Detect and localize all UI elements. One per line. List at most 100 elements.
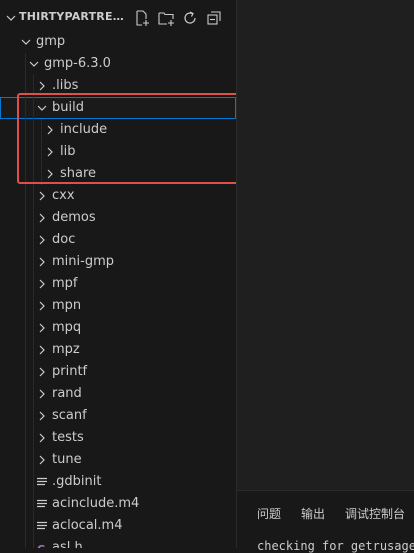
tab-output[interactable]: 输出 [301,505,325,522]
indent-guide [25,75,26,97]
indent-guide [33,185,34,207]
tree-folder-row[interactable]: tests [0,427,236,449]
chevron-right-icon[interactable] [36,278,48,290]
indent-guide [25,163,26,185]
chevron-right-icon[interactable] [36,190,48,202]
indent-guide [25,449,26,471]
indent-guide [33,383,34,405]
indent-guide [33,75,34,97]
chevron-right-icon[interactable] [36,432,48,444]
tree-folder-row[interactable]: mpn [0,295,236,317]
indent-guide [25,251,26,273]
tree-folder-row[interactable]: share [0,163,236,185]
chevron-right-icon[interactable] [36,300,48,312]
chevron-right-icon[interactable] [36,454,48,466]
indent-guide [33,295,34,317]
tree-item-label: cxx [52,188,75,203]
indent-guide [33,449,34,471]
tree-folder-row[interactable]: lib [0,141,236,163]
new-file-icon[interactable] [133,9,151,27]
explorer-actions [133,9,223,27]
tree-folder-row[interactable]: doc [0,229,236,251]
indent-guide [33,427,34,449]
tree-folder-row[interactable]: rand [0,383,236,405]
indent-guide [25,119,26,141]
indent-guide [33,163,34,185]
tree-item-label: include [60,122,108,137]
chevron-right-icon[interactable] [36,388,48,400]
svg-text:C: C [37,543,45,548]
tree-item-label: asl.h [52,540,83,548]
indent-guide [33,339,34,361]
tree-file-row[interactable]: .gdbinit [0,471,236,493]
refresh-icon[interactable] [181,9,199,27]
chevron-right-icon[interactable] [44,146,56,158]
indent-guide [33,119,34,141]
tree-item-label: mpz [52,342,80,357]
indent-guide [25,185,26,207]
indent-guide [25,537,26,548]
tree-file-row[interactable]: aclocal.m4 [0,515,236,537]
tab-problems[interactable]: 问题 [257,505,281,522]
chevron-right-icon[interactable] [44,168,56,180]
chevron-right-icon[interactable] [36,80,48,92]
explorer-header[interactable]: THIRTYPARTRESTO... [0,7,236,29]
editor-area[interactable] [236,0,414,548]
indent-guide [33,537,34,548]
tree-file-row[interactable]: acinclude.m4 [0,493,236,515]
chevron-right-icon[interactable] [36,234,48,246]
chevron-down-icon[interactable] [5,12,17,24]
indent-guide [33,141,34,163]
indent-guide [25,361,26,383]
tree-item-label: tests [52,430,84,445]
file-tree: gmp gmp-6.3.0 .libs build include lib share cxx… [0,31,236,548]
indent-guide [25,515,26,537]
tab-debug-console[interactable]: 调试控制台 [345,505,405,522]
tree-item-label: rand [52,386,82,401]
chevron-right-icon[interactable] [36,366,48,378]
tree-folder-row[interactable]: mpq [0,317,236,339]
tree-folder-row[interactable]: gmp [0,31,236,53]
indent-guide [33,207,34,229]
tree-folder-row[interactable]: mpz [0,339,236,361]
chevron-right-icon[interactable] [36,322,48,334]
tree-folder-row[interactable]: gmp-6.3.0 [0,53,236,75]
tree-item-label: .gdbinit [52,474,102,489]
tree-item-label: scanf [52,408,87,423]
chevron-right-icon[interactable] [44,124,56,136]
new-folder-icon[interactable] [157,9,175,27]
tree-folder-row[interactable]: printf [0,361,236,383]
tree-folder-row[interactable]: demos [0,207,236,229]
indent-guide [25,273,26,295]
tree-folder-row[interactable]: tune [0,449,236,471]
tree-folder-row[interactable]: mpf [0,273,236,295]
tree-item-label: tune [52,452,82,467]
c-header-icon: C [36,542,48,548]
chevron-down-icon[interactable] [36,102,48,114]
indent-guide [25,53,26,75]
collapse-all-icon[interactable] [205,9,223,27]
tree-file-row[interactable]: Casl.h [0,537,236,548]
tree-folder-row[interactable]: scanf [0,405,236,427]
terminal-output-line: checking for getrusage [257,539,414,553]
tree-folder-row[interactable]: cxx [0,185,236,207]
indent-guide [25,207,26,229]
tree-folder-row[interactable]: build [0,97,236,119]
chevron-down-icon[interactable] [28,58,40,70]
chevron-right-icon[interactable] [36,344,48,356]
workspace-title[interactable]: THIRTYPARTRESTO... [19,10,131,23]
tree-folder-row[interactable]: .libs [0,75,236,97]
panel-tabs: 问题 输出 调试控制台 [237,505,414,522]
tree-item-label: aclocal.m4 [52,518,123,533]
chevron-down-icon[interactable] [20,36,32,48]
chevron-right-icon[interactable] [36,212,48,224]
indent-guide [25,471,26,493]
tree-folder-row[interactable]: mini-gmp [0,251,236,273]
tree-folder-row[interactable]: include [0,119,236,141]
chevron-right-icon[interactable] [36,256,48,268]
tree-item-label: mpq [52,320,82,335]
chevron-right-icon[interactable] [36,410,48,422]
indent-guide [33,273,34,295]
lines-file-icon [36,520,48,532]
indent-guide [41,163,42,185]
